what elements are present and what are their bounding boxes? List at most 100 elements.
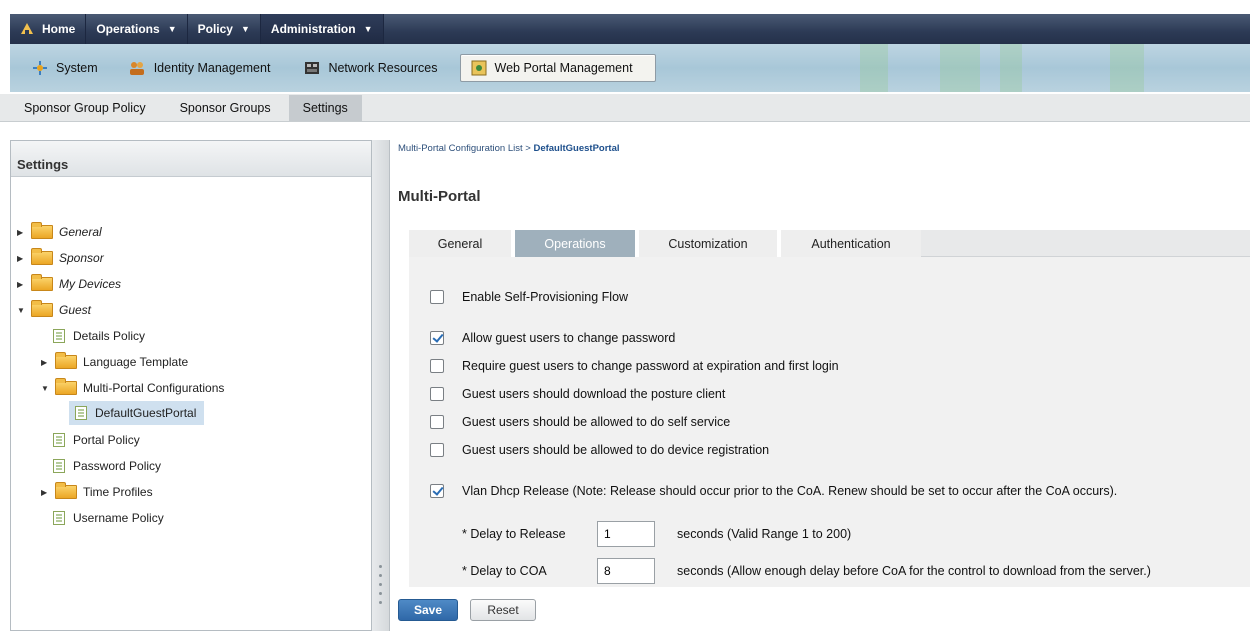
tree-item-label: Portal Policy [73, 433, 140, 447]
tree-item-general[interactable]: ▶ General [17, 221, 102, 243]
tab-general[interactable]: General [409, 230, 515, 257]
option-label: Allow guest users to change password [462, 331, 676, 345]
tab-operations[interactable]: Operations [515, 230, 639, 257]
tree-item-label: Time Profiles [83, 485, 153, 499]
posture-client-checkbox[interactable] [430, 387, 444, 401]
tree-item-language-template[interactable]: ▶ Language Template [41, 351, 188, 373]
tree-item-label: Details Policy [73, 329, 146, 343]
option-label: Vlan Dhcp Release (Note: Release should … [462, 484, 1118, 498]
self-provisioning-checkbox[interactable] [430, 290, 444, 304]
settings-tree-title: Settings [11, 141, 371, 177]
tree-item-label: General [59, 225, 102, 239]
option-label: Enable Self-Provisioning Flow [462, 290, 629, 304]
expand-arrow-icon[interactable]: ▶ [17, 228, 27, 237]
tree-item-multi-portal-configurations[interactable]: ▼ Multi-Portal Configurations [41, 377, 224, 399]
nav-administration[interactable]: Administration ▼ [260, 14, 384, 44]
option-require-change-password: Require guest users to change password a… [430, 359, 839, 373]
vlan-dhcp-release-checkbox[interactable] [430, 484, 444, 498]
expand-arrow-icon[interactable]: ▶ [41, 488, 51, 497]
tree-item-label: DefaultGuestPortal [95, 406, 197, 420]
chevron-down-icon: ▼ [240, 24, 250, 34]
policy-doc-icon [53, 459, 65, 473]
tab-authentication[interactable]: Authentication [781, 230, 921, 257]
system-icon [32, 60, 48, 76]
home-icon [20, 22, 34, 36]
tree-item-label: Multi-Portal Configurations [83, 381, 225, 395]
web-portal-icon [471, 60, 487, 76]
delay-to-coa-hint: seconds (Allow enough delay before CoA f… [677, 564, 1151, 578]
option-label: Guest users should download the posture … [462, 387, 726, 401]
subnav-web-portal-management[interactable]: Web Portal Management [459, 54, 656, 82]
require-change-password-checkbox[interactable] [430, 359, 444, 373]
delay-to-release-input[interactable] [597, 521, 655, 547]
expand-arrow-icon[interactable]: ▶ [17, 280, 27, 289]
breadcrumb: Multi-Portal Configuration List > Defaul… [398, 143, 620, 154]
tree-item-details-policy[interactable]: Details Policy [51, 325, 145, 347]
tree-item-time-profiles[interactable]: ▶ Time Profiles [41, 481, 153, 503]
breadcrumb-current: DefaultGuestPortal [533, 143, 620, 154]
expand-arrow-icon[interactable]: ▶ [41, 358, 51, 367]
nav-home[interactable]: Home [10, 14, 87, 44]
option-change-password: Allow guest users to change password [430, 331, 675, 345]
folder-icon [31, 300, 53, 317]
drag-handle-icon [379, 565, 383, 610]
collapse-arrow-icon[interactable]: ▼ [17, 306, 27, 315]
folder-icon [31, 274, 53, 291]
nav-policy-label: Policy [197, 22, 233, 36]
tree-item-label: Sponsor [59, 251, 104, 265]
tab-sponsor-group-policy[interactable]: Sponsor Group Policy [10, 95, 160, 121]
tree-item-portal-policy[interactable]: Portal Policy [51, 429, 140, 451]
tab-sponsor-groups[interactable]: Sponsor Groups [166, 95, 285, 121]
window-top-strip [0, 0, 1250, 14]
nav-policy[interactable]: Policy ▼ [188, 14, 261, 44]
top-navigation: Home Operations ▼ Policy ▼ Administratio… [10, 14, 1250, 44]
delay-to-coa-input[interactable] [597, 558, 655, 584]
option-label: Require guest users to change password a… [462, 359, 839, 373]
option-self-provisioning: Enable Self-Provisioning Flow [430, 290, 628, 304]
delay-to-coa-row: * Delay to COA seconds (Allow enough del… [462, 558, 1151, 584]
option-label: Guest users should be allowed to do devi… [462, 443, 770, 457]
tree-item-default-guest-portal[interactable]: DefaultGuestPortal [69, 401, 205, 425]
device-registration-checkbox[interactable] [430, 443, 444, 457]
tree-item-guest[interactable]: ▼ Guest [17, 299, 91, 321]
self-service-checkbox[interactable] [430, 415, 444, 429]
tree-item-label: My Devices [59, 277, 122, 291]
subnav-system[interactable]: System [22, 54, 110, 82]
tree-item-username-policy[interactable]: Username Policy [51, 507, 164, 529]
network-icon [304, 61, 320, 75]
option-vlan-dhcp-release: Vlan Dhcp Release (Note: Release should … [430, 484, 1117, 498]
reset-button[interactable]: Reset [470, 599, 536, 621]
web-portal-tabbar: Sponsor Group Policy Sponsor Groups Sett… [0, 94, 1250, 122]
option-self-service: Guest users should be allowed to do self… [430, 415, 730, 429]
policy-doc-icon [53, 329, 65, 343]
breadcrumb-parent-link[interactable]: Multi-Portal Configuration List [398, 143, 523, 154]
tree-item-label: Password Policy [73, 459, 162, 473]
panel-splitter[interactable] [372, 140, 390, 631]
breadcrumb-separator: > [525, 143, 531, 154]
tree-item-sponsor[interactable]: ▶ Sponsor [17, 247, 104, 269]
chevron-down-icon: ▼ [167, 24, 177, 34]
tab-customization[interactable]: Customization [639, 230, 781, 257]
folder-icon [31, 248, 53, 265]
nav-home-label: Home [42, 22, 76, 36]
policy-doc-icon [75, 406, 87, 420]
chevron-down-icon: ▼ [363, 24, 373, 34]
nav-operations[interactable]: Operations ▼ [86, 14, 188, 44]
tree-item-password-policy[interactable]: Password Policy [51, 455, 161, 477]
delay-to-release-row: * Delay to Release seconds (Valid Range … [462, 521, 851, 547]
change-password-checkbox[interactable] [430, 331, 444, 345]
save-button[interactable]: Save [398, 599, 458, 621]
settings-tree-panel: Settings ▶ General ▶ Sponsor ▶ My Device… [10, 140, 372, 631]
subnav-identity-label: Identity Management [153, 61, 271, 75]
subnav-network-label: Network Resources [328, 61, 438, 75]
option-posture-client: Guest users should download the posture … [430, 387, 725, 401]
collapse-arrow-icon[interactable]: ▼ [41, 384, 51, 393]
page-title: Multi-Portal [398, 188, 481, 205]
tree-item-label: Username Policy [73, 511, 164, 525]
expand-arrow-icon[interactable]: ▶ [17, 254, 27, 263]
subnav-network-resources[interactable]: Network Resources [294, 54, 449, 82]
tree-item-my-devices[interactable]: ▶ My Devices [17, 273, 121, 295]
subnav-identity-management[interactable]: Identity Management [118, 54, 283, 82]
folder-icon [55, 352, 77, 369]
tab-settings[interactable]: Settings [288, 94, 362, 121]
